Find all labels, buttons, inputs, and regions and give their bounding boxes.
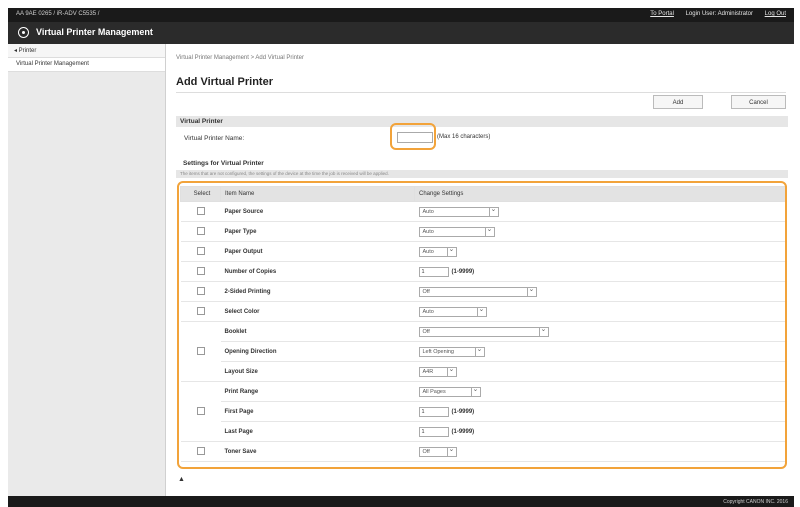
login-user-label: Login User: Administrator	[685, 11, 753, 17]
highlight-settings-table	[177, 181, 787, 469]
to-portal-link[interactable]: To Portal	[650, 11, 674, 17]
title-divider	[176, 92, 786, 93]
vp-name-hint: (Max 16 characters)	[437, 134, 491, 140]
scroll-top-icon[interactable]: ▲	[178, 476, 185, 483]
vp-name-label: Virtual Printer Name:	[184, 135, 245, 142]
sidebar-back-printer[interactable]: ◂ Printer	[8, 44, 165, 58]
header-user-area: To Portal Login User: Administrator Log …	[640, 11, 786, 17]
page-title: Add Virtual Printer	[176, 76, 273, 88]
add-button[interactable]: Add	[653, 95, 703, 109]
top-status-bar: AA 9AE 0265 / iR-ADV C5535 / To Portal L…	[8, 8, 794, 22]
sidebar: ◂ Printer Virtual Printer Management	[8, 44, 166, 496]
main-content: Virtual Printer Management > Add Virtual…	[166, 44, 794, 496]
highlight-name-input	[390, 123, 436, 150]
vp-section-label: Virtual Printer	[180, 118, 223, 125]
sidebar-item-virtual-printer-management[interactable]: Virtual Printer Management	[8, 58, 165, 72]
settings-section-label: Settings for Virtual Printer	[183, 160, 264, 167]
cancel-button[interactable]: Cancel	[731, 95, 786, 109]
vp-section-band	[176, 116, 788, 127]
breadcrumb: Virtual Printer Management > Add Virtual…	[176, 55, 305, 61]
footer: Copyright CANON INC. 2016	[8, 496, 794, 507]
settings-note: The items that are not configured, the s…	[176, 170, 788, 178]
app-logo-icon	[18, 27, 29, 38]
device-path: AA 9AE 0265 / iR-ADV C5535 /	[16, 11, 100, 17]
app-title: Virtual Printer Management	[36, 27, 153, 37]
app-title-bar: Virtual Printer Management	[8, 22, 794, 44]
logout-link[interactable]: Log Out	[765, 11, 786, 17]
copyright: Copyright CANON INC. 2016	[723, 499, 788, 505]
